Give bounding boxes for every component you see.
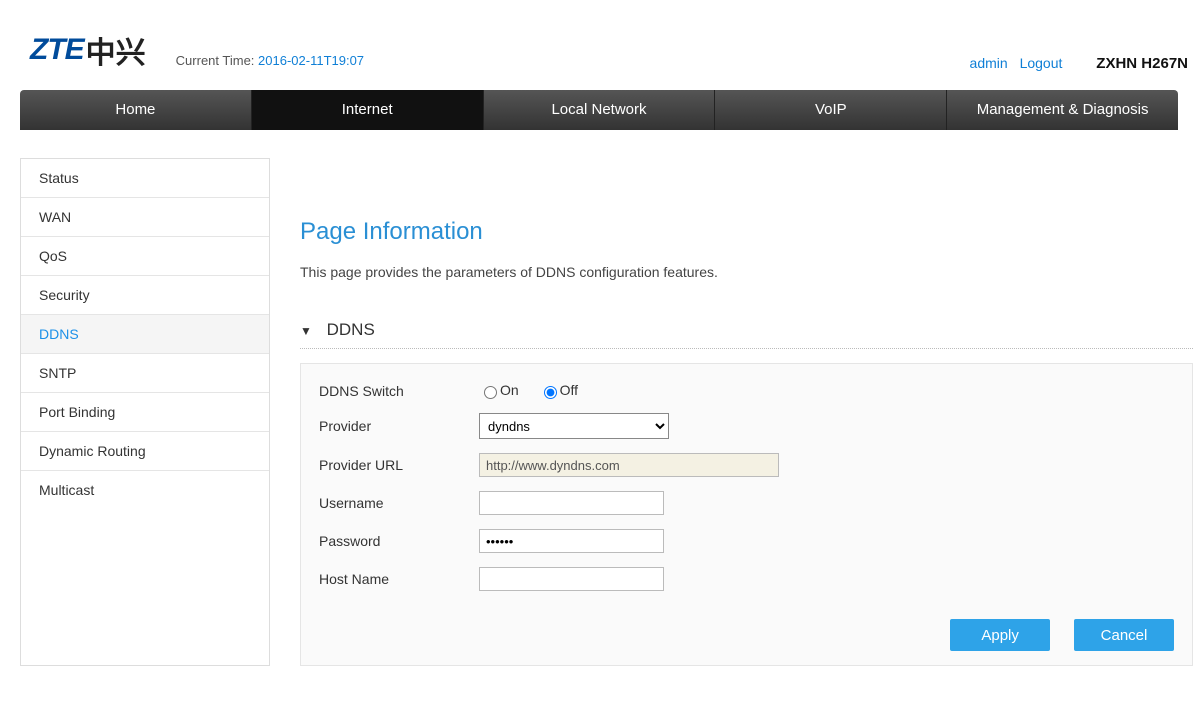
- current-time: Current Time: 2016-02-11T19:07: [176, 53, 364, 72]
- nav-local-network[interactable]: Local Network: [484, 90, 716, 130]
- ddns-switch-group: On Off: [479, 382, 594, 399]
- cancel-button[interactable]: Cancel: [1074, 619, 1174, 651]
- section-title: DDNS: [327, 320, 375, 339]
- password-field[interactable]: [479, 529, 664, 553]
- provider-label: Provider: [319, 418, 479, 434]
- logo: ZTE中兴: [30, 28, 146, 72]
- nav-home[interactable]: Home: [20, 90, 252, 130]
- button-row: Apply Cancel: [930, 619, 1174, 651]
- sidebar-item-wan[interactable]: WAN: [21, 198, 269, 237]
- user-link[interactable]: admin: [970, 55, 1008, 71]
- content: Status WAN QoS Security DDNS SNTP Port B…: [0, 130, 1198, 666]
- apply-button[interactable]: Apply: [950, 619, 1050, 651]
- sidebar-item-status[interactable]: Status: [21, 159, 269, 198]
- device-model: ZXHN H267N: [1096, 55, 1188, 72]
- time-label: Current Time:: [176, 53, 258, 68]
- nav-management-diagnosis[interactable]: Management & Diagnosis: [947, 90, 1178, 130]
- logo-latin: ZTE: [30, 33, 84, 67]
- main-nav: Home Internet Local Network VoIP Managem…: [20, 90, 1178, 130]
- provider-url-label: Provider URL: [319, 457, 479, 473]
- logo-cn: 中兴: [86, 28, 146, 72]
- hostname-label: Host Name: [319, 571, 479, 587]
- sidebar-item-qos[interactable]: QoS: [21, 237, 269, 276]
- sidebar-item-ddns[interactable]: DDNS: [21, 315, 269, 354]
- chevron-down-icon: ▼: [300, 324, 312, 338]
- sidebar: Status WAN QoS Security DDNS SNTP Port B…: [20, 158, 270, 666]
- ddns-switch-on[interactable]: On: [479, 382, 519, 398]
- sidebar-item-port-binding[interactable]: Port Binding: [21, 393, 269, 432]
- main-panel: Page Information This page provides the …: [270, 158, 1198, 666]
- ddns-switch-off[interactable]: Off: [539, 382, 578, 398]
- sidebar-item-sntp[interactable]: SNTP: [21, 354, 269, 393]
- time-value: 2016-02-11T19:07: [258, 53, 364, 68]
- hostname-field[interactable]: [479, 567, 664, 591]
- username-field[interactable]: [479, 491, 664, 515]
- nav-internet[interactable]: Internet: [252, 90, 484, 130]
- provider-select[interactable]: dyndns: [479, 413, 669, 439]
- provider-url-field: [479, 453, 779, 477]
- ddns-switch-on-radio[interactable]: [484, 386, 497, 399]
- sidebar-item-multicast[interactable]: Multicast: [21, 471, 269, 509]
- sidebar-item-dynamic-routing[interactable]: Dynamic Routing: [21, 432, 269, 471]
- nav-voip[interactable]: VoIP: [715, 90, 947, 130]
- sidebar-item-security[interactable]: Security: [21, 276, 269, 315]
- page-title: Page Information: [300, 218, 1198, 246]
- header: ZTE中兴 Current Time: 2016-02-11T19:07 adm…: [0, 0, 1198, 90]
- username-label: Username: [319, 495, 479, 511]
- logout-link[interactable]: Logout: [1020, 55, 1063, 71]
- page-description: This page provides the parameters of DDN…: [300, 264, 1198, 280]
- ddns-switch-label: DDNS Switch: [319, 383, 479, 399]
- ddns-switch-off-radio[interactable]: [544, 386, 557, 399]
- header-right: admin Logout ZXHN H267N: [970, 55, 1188, 72]
- password-label: Password: [319, 533, 479, 549]
- ddns-form: DDNS Switch On Off Provider dyndns Provi…: [300, 363, 1193, 666]
- section-toggle-ddns[interactable]: ▼ DDNS: [300, 320, 1193, 349]
